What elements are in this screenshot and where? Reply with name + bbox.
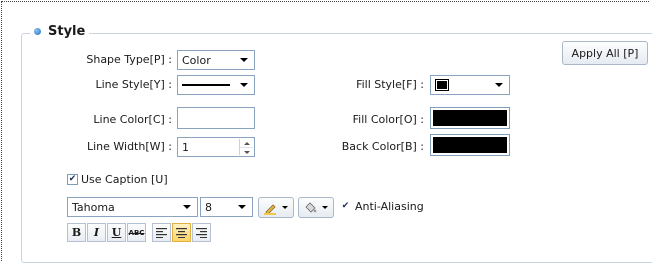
fill-style-select[interactable] [430, 75, 510, 95]
use-caption-checkbox[interactable]: ✔ Use Caption [U] [67, 173, 168, 186]
italic-label: I [93, 226, 100, 239]
underline-label: U [111, 226, 122, 239]
bullet-icon [34, 28, 41, 35]
font-size-value: 8 [205, 200, 212, 214]
chevron-down-icon [322, 206, 328, 209]
bold-label: B [71, 226, 82, 239]
spin-buttons[interactable] [239, 139, 253, 155]
chevron-down-icon [240, 83, 248, 87]
bold-button[interactable]: B [67, 223, 86, 242]
underline-button[interactable]: U [107, 223, 126, 242]
line-width-stepper[interactable]: 1 [177, 137, 255, 157]
chevron-down-icon [495, 83, 503, 87]
italic-button[interactable]: I [87, 223, 106, 242]
fill-style-label: Fill Style[F] : [356, 78, 424, 91]
line-color-box[interactable] [177, 107, 255, 129]
chevron-down-icon [238, 205, 246, 209]
checkbox-checked-icon: ✔ [67, 174, 78, 185]
align-left-icon [156, 228, 167, 238]
line-style-select[interactable] [177, 75, 255, 95]
chevron-down-icon [183, 205, 191, 209]
spin-up-icon[interactable] [240, 139, 253, 147]
chevron-down-icon [282, 206, 288, 209]
align-right-icon [196, 228, 207, 238]
line-style-label: Line Style[Y] : [95, 78, 172, 91]
font-color-button[interactable] [258, 197, 294, 218]
strikeout-button[interactable]: ABC [127, 223, 146, 242]
line-width-label: Line Width[W] : [86, 140, 172, 153]
font-size-select[interactable]: 8 [200, 197, 253, 217]
fill-color-label: Fill Color[O] : [352, 113, 424, 126]
back-color-box[interactable] [430, 134, 510, 156]
line-style-preview-icon [182, 84, 230, 86]
fill-bucket-button[interactable] [298, 197, 334, 218]
shape-type-value: Color [182, 53, 211, 67]
shape-type-label: Shape Type[P] : [86, 53, 172, 66]
anti-aliasing-label: Anti-Aliasing [355, 200, 424, 213]
strikeout-label: ABC [128, 228, 145, 237]
anti-aliasing-checkbox[interactable]: ✔ Anti-Aliasing [341, 200, 424, 213]
checkmark-icon: ✔ [341, 201, 350, 211]
apply-all-button[interactable]: Apply All [P] [562, 41, 648, 65]
chevron-down-icon [240, 58, 248, 62]
apply-all-label: Apply All [P] [571, 46, 639, 60]
align-center-icon [176, 228, 187, 238]
fill-color-box[interactable] [430, 107, 510, 129]
align-right-button[interactable] [192, 223, 211, 242]
fill-color-swatch [433, 110, 507, 126]
align-left-button[interactable] [152, 223, 171, 242]
section-header: Style [30, 24, 90, 39]
section-title: Style [48, 24, 86, 39]
fill-style-swatch-icon [435, 79, 449, 91]
line-width-value: 1 [182, 141, 189, 154]
font-name-value: Tahoma [72, 200, 115, 214]
font-name-select[interactable]: Tahoma [67, 197, 198, 217]
pencil-icon [264, 203, 276, 215]
paint-bucket-icon [305, 201, 317, 213]
line-color-label: Line Color[C] : [93, 113, 172, 126]
spin-down-icon[interactable] [240, 147, 253, 156]
align-center-button[interactable] [172, 223, 191, 242]
back-color-label: Back Color[B] : [341, 140, 424, 153]
shape-type-select[interactable]: Color [177, 50, 255, 70]
use-caption-label: Use Caption [U] [81, 173, 168, 186]
back-color-swatch [433, 137, 507, 153]
